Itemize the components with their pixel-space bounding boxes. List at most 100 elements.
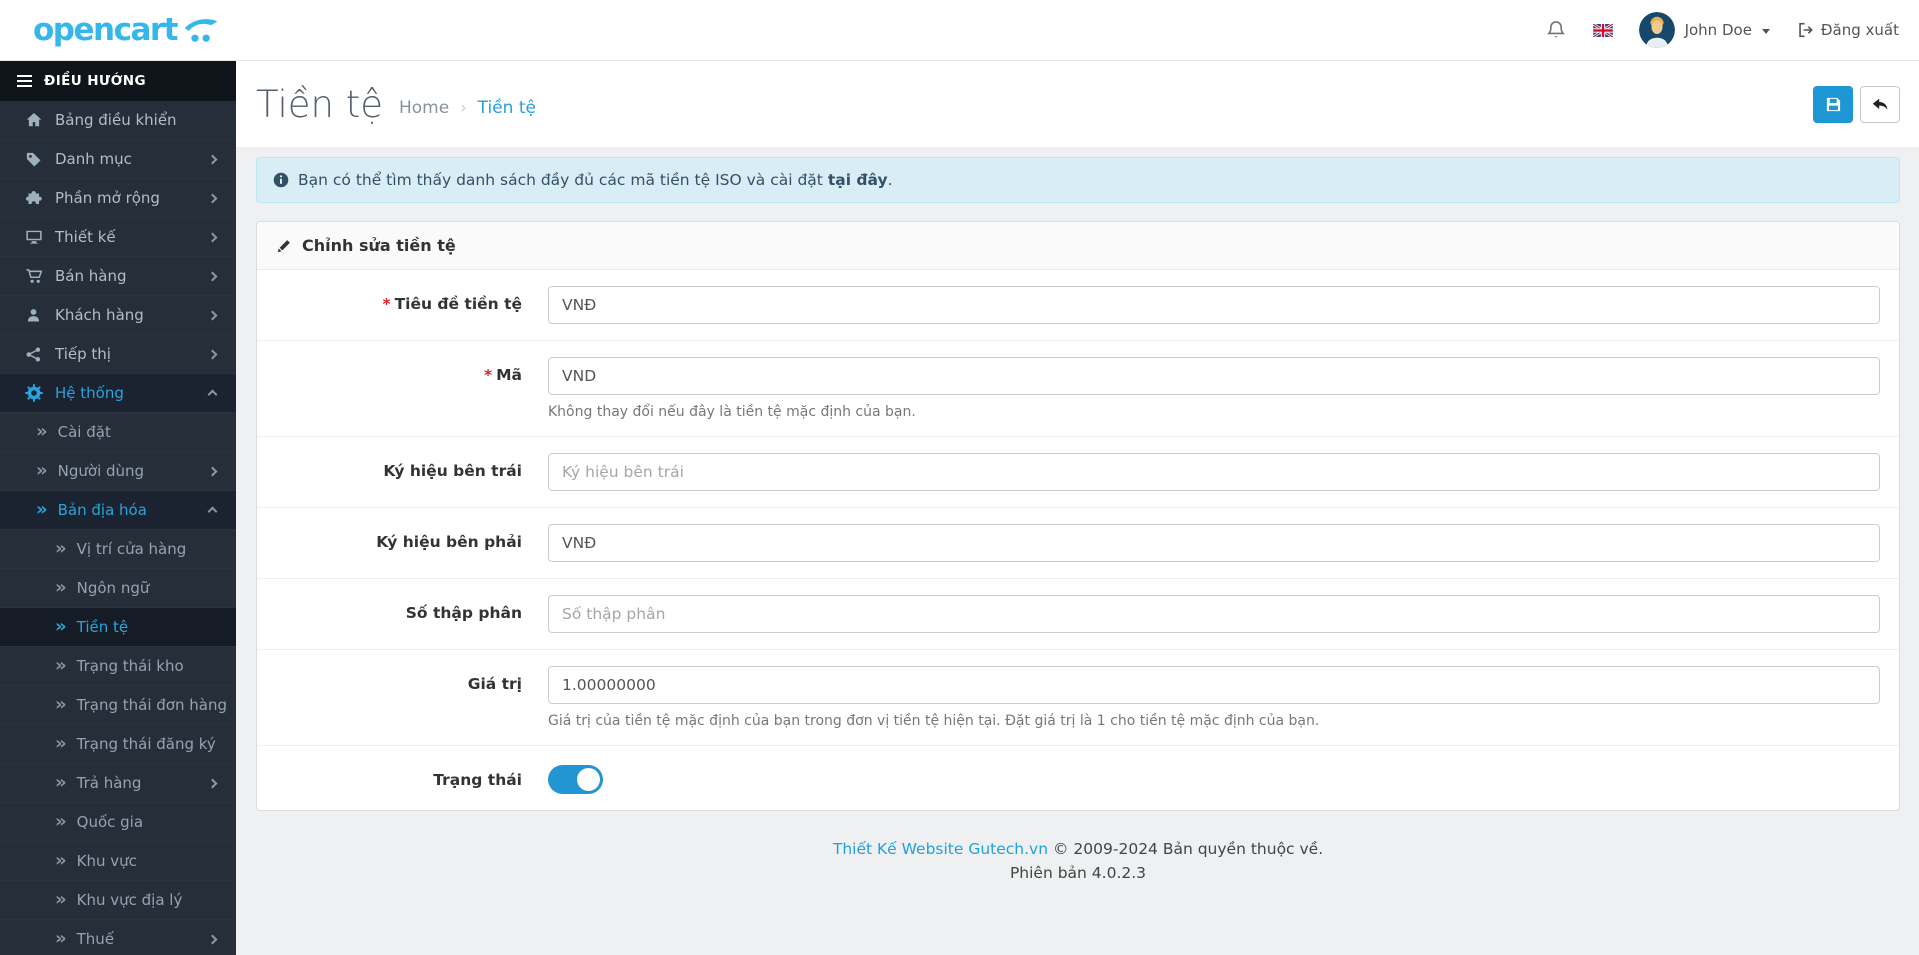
user-icon xyxy=(23,307,44,324)
sidebar-item-zones[interactable]: » Khu vực xyxy=(0,842,236,881)
symbol-right-input[interactable] xyxy=(548,524,1880,562)
sidebar-item-system[interactable]: Hệ thống xyxy=(0,374,236,413)
sidebar-item-users[interactable]: » Người dùng xyxy=(0,452,236,491)
chevron-right-icon xyxy=(207,232,218,242)
sidebar-item-subscription-statuses[interactable]: » Trạng thái đăng ký xyxy=(0,725,236,764)
status-toggle[interactable] xyxy=(548,765,603,794)
sidebar-item-marketing[interactable]: Tiếp thị xyxy=(0,335,236,374)
toggle-knob xyxy=(577,768,600,791)
symbol-left-input-column xyxy=(548,453,1880,491)
avatar xyxy=(1638,12,1675,48)
sidebar-item-settings[interactable]: » Cài đặt xyxy=(0,413,236,452)
sidebar-item-geo-zones[interactable]: » Khu vực địa lý xyxy=(0,881,236,920)
sidebar-item-design[interactable]: Thiết kế xyxy=(0,218,236,257)
chevron-right-icon xyxy=(207,154,218,164)
decimal-places-input-column xyxy=(548,595,1880,633)
sidebar-item-label: Trạng thái đơn hàng xyxy=(76,696,227,714)
status-label: Trạng thái xyxy=(433,771,522,789)
gear-icon xyxy=(23,384,44,402)
back-arrow-icon xyxy=(1871,95,1889,113)
chevron-right-icon xyxy=(207,934,218,944)
sidebar-item-label: Thuế xyxy=(76,930,115,948)
opencart-logo[interactable]: opencart xyxy=(33,14,220,46)
alert-text: Bạn có thể tìm thấy danh sách đầy đủ các… xyxy=(298,171,893,189)
language-flag-icon[interactable] xyxy=(1592,23,1613,37)
notifications-bell-icon[interactable] xyxy=(1545,18,1567,42)
breadcrumb-home[interactable]: Home xyxy=(399,98,449,118)
sidebar-item-label: Khách hàng xyxy=(55,306,144,324)
sidebar-item-label: Ngôn ngữ xyxy=(76,579,150,597)
angles-icon: » xyxy=(55,538,67,559)
sidebar-item-label: Hệ thống xyxy=(55,384,124,402)
alert-link[interactable]: tại đây xyxy=(828,171,888,189)
angles-icon: » xyxy=(55,811,67,832)
footer-link[interactable]: Thiết Kế Website Gutech.vn xyxy=(833,840,1048,858)
user-name: John Doe xyxy=(1684,21,1752,39)
tag-icon xyxy=(23,151,44,168)
currency-title-label: * Tiêu đề tiền tệ xyxy=(382,295,522,313)
form-row-symbol-left: Ký hiệu bên trái xyxy=(257,437,1899,508)
sidebar-item-label: Tiền tệ xyxy=(76,618,129,636)
code-help-text: Không thay đổi nếu đây là tiền tệ mặc đị… xyxy=(548,404,916,420)
required-asterisk: * xyxy=(484,366,493,384)
value-input[interactable] xyxy=(548,666,1880,704)
angles-icon: » xyxy=(55,577,67,598)
symbol-left-input[interactable] xyxy=(548,453,1880,491)
breadcrumb-current[interactable]: Tiền tệ xyxy=(478,98,536,118)
angles-icon: » xyxy=(55,694,67,715)
sidebar-item-customers[interactable]: Khách hàng xyxy=(0,296,236,335)
monitor-icon xyxy=(23,228,44,246)
sidebar-item-taxes[interactable]: » Thuế xyxy=(0,920,236,955)
save-button[interactable] xyxy=(1813,85,1853,123)
symbol-left-label: Ký hiệu bên trái xyxy=(383,462,522,480)
sidebar-item-countries[interactable]: » Quốc gia xyxy=(0,803,236,842)
currency-title-input[interactable] xyxy=(548,286,1880,324)
sidebar-item-dashboard[interactable]: Bảng điều khiển xyxy=(0,101,236,140)
sidebar-item-extensions[interactable]: Phần mở rộng xyxy=(0,179,236,218)
chevron-right-icon xyxy=(207,778,218,788)
code-input[interactable] xyxy=(548,357,1880,395)
sidebar-item-catalog[interactable]: Danh mục xyxy=(0,140,236,179)
nav-header-title: ĐIỀU HƯỚNG xyxy=(44,73,146,89)
chevron-right-icon xyxy=(207,466,218,476)
sidebar-item-label: Trạng thái đăng ký xyxy=(76,735,216,753)
back-button[interactable] xyxy=(1860,85,1900,123)
sidebar-item-localisation[interactable]: » Bản địa hóa xyxy=(0,491,236,530)
code-input-column: Không thay đổi nếu đây là tiền tệ mặc đị… xyxy=(548,357,1880,420)
angles-icon: » xyxy=(55,733,67,754)
angles-icon: » xyxy=(36,421,48,442)
sidebar-item-currencies[interactable]: » Tiền tệ xyxy=(0,608,236,647)
breadcrumb: Home Tiền tệ xyxy=(399,90,536,118)
sidebar-item-returns[interactable]: » Trả hàng xyxy=(0,764,236,803)
decimal-places-label: Số thập phân xyxy=(405,604,522,622)
sidebar-item-stock-statuses[interactable]: » Trạng thái kho xyxy=(0,647,236,686)
angles-icon: » xyxy=(36,499,48,520)
logout-button[interactable]: Đăng xuất xyxy=(1796,21,1899,39)
header-actions: John Doe Đăng xuất xyxy=(1545,12,1899,48)
chevron-down-icon xyxy=(1761,28,1770,34)
form-row-decimal-places: Số thập phân xyxy=(257,579,1899,650)
form-row-code: *Mã Không thay đổi nếu đây là tiền tệ mặc… xyxy=(257,341,1899,437)
decimal-places-input[interactable] xyxy=(548,595,1880,633)
alert-suffix: . xyxy=(887,171,893,189)
sidebar-item-label: Vị trí cửa hàng xyxy=(76,540,187,558)
sidebar-item-store-location[interactable]: » Vị trí cửa hàng xyxy=(0,530,236,569)
currency-title-input-column xyxy=(548,286,1880,324)
user-menu[interactable]: John Doe xyxy=(1638,12,1770,48)
page-body: Bạn có thể tìm thấy danh sách đầy đủ các… xyxy=(236,147,1919,955)
sidebar: ĐIỀU HƯỚNG Bảng điều khiển Danh mục Phần m… xyxy=(0,61,236,955)
angles-icon: » xyxy=(55,655,67,676)
sidebar-item-languages[interactable]: » Ngôn ngữ xyxy=(0,569,236,608)
share-icon xyxy=(23,346,44,363)
chevron-right-icon xyxy=(207,310,218,320)
page-title: Tiền tệ xyxy=(256,82,383,126)
sidebar-item-label: Phần mở rộng xyxy=(55,189,160,207)
sidebar-item-order-statuses[interactable]: » Trạng thái đơn hàng xyxy=(0,686,236,725)
page-actions xyxy=(1813,85,1900,123)
sidebar-item-label: Trả hàng xyxy=(76,774,142,792)
menu-burger-icon xyxy=(17,75,32,86)
panel-header: Chỉnh sửa tiền tệ xyxy=(257,222,1899,270)
sidebar-item-sales[interactable]: Bán hàng xyxy=(0,257,236,296)
value-help-text: Giá trị của tiền tệ mặc định của bạn tro… xyxy=(548,713,1320,729)
angles-icon: » xyxy=(55,850,67,871)
